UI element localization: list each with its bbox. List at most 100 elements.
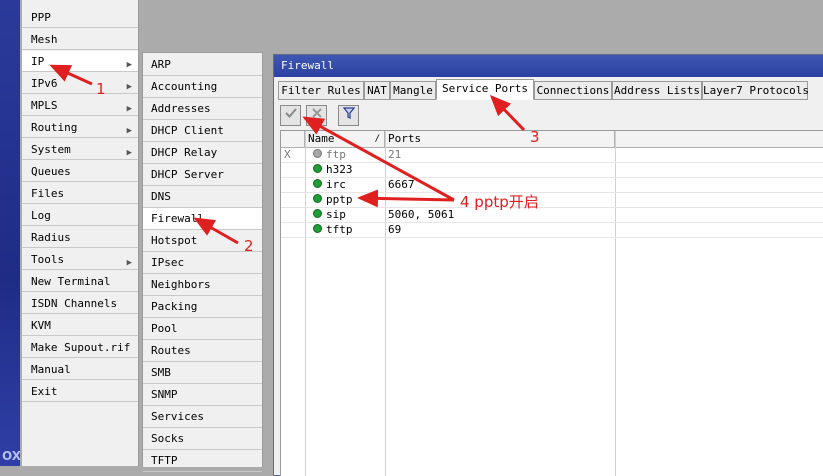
annotation-label-3: 3 bbox=[530, 128, 540, 146]
main-menu-item-label: Log bbox=[31, 209, 51, 222]
table-row[interactable]: Xftp 21 bbox=[281, 148, 823, 163]
main-menu-item[interactable]: Radius bbox=[22, 227, 138, 248]
row-ports: 5060, 5061 bbox=[388, 208, 455, 221]
ports-column-label: Ports bbox=[388, 132, 422, 145]
ip-submenu-item[interactable]: Socks bbox=[143, 428, 262, 450]
main-menu-item-label: Radius bbox=[31, 231, 71, 244]
ip-submenu-item[interactable]: IPsec bbox=[143, 252, 262, 274]
main-menu-item[interactable]: IPv6 ▶ bbox=[22, 73, 138, 94]
brand-label: OX bbox=[2, 449, 22, 463]
annotation-label-4: 4 pptp开启 bbox=[460, 193, 539, 211]
main-menu-item-label: Tools bbox=[31, 253, 65, 266]
row-name-cell: sip bbox=[313, 208, 346, 222]
filter-button[interactable] bbox=[338, 105, 359, 126]
main-menu-item[interactable]: Log bbox=[22, 205, 138, 226]
ip-submenu-item[interactable]: DNS bbox=[143, 186, 262, 208]
row-name: tftp bbox=[326, 223, 353, 236]
main-menu-item[interactable]: Exit bbox=[22, 381, 138, 402]
main-menu-item[interactable]: Tools ▶ bbox=[22, 249, 138, 270]
flag-column-header bbox=[281, 131, 305, 147]
tab-item[interactable]: Connections bbox=[534, 81, 612, 100]
x-icon bbox=[311, 108, 323, 122]
ip-submenu-item[interactable]: SMB bbox=[143, 362, 262, 384]
main-menu-item-label: New Terminal bbox=[31, 275, 111, 288]
main-menu-item[interactable]: Mesh bbox=[22, 29, 138, 50]
main-menu-item-label: Mesh bbox=[31, 33, 58, 46]
row-ports: 69 bbox=[388, 223, 402, 236]
main-menu-item-label: ISDN Channels bbox=[31, 297, 118, 310]
status-dot-icon bbox=[313, 164, 322, 173]
row-name-cell: tftp bbox=[313, 223, 353, 237]
status-dot-icon bbox=[313, 149, 322, 158]
enable-button[interactable] bbox=[280, 105, 301, 126]
main-menu-item[interactable]: System ▶ bbox=[22, 139, 138, 160]
status-dot-icon bbox=[313, 209, 322, 218]
tab-item[interactable]: NAT bbox=[364, 81, 390, 100]
ip-submenu-item[interactable]: DHCP Server bbox=[143, 164, 262, 186]
ports-column-header[interactable]: Ports bbox=[385, 131, 615, 147]
row-ports: 21 bbox=[388, 148, 402, 161]
row-name-cell: irc bbox=[313, 178, 346, 192]
main-menu-item-label: Routing bbox=[31, 121, 78, 134]
row-ports: 6667 bbox=[388, 178, 415, 191]
ip-submenu-item[interactable]: DHCP Relay bbox=[143, 142, 262, 164]
ip-submenu-item[interactable]: Routes bbox=[143, 340, 262, 362]
main-menu-item-label: Queues bbox=[31, 165, 71, 178]
filter-icon bbox=[342, 107, 355, 122]
status-dot-icon bbox=[313, 194, 322, 203]
main-menu-item-label: PPP bbox=[31, 11, 51, 24]
row-flag: X bbox=[284, 148, 291, 161]
row-name-cell: pptp bbox=[313, 193, 353, 207]
sort-icon: / bbox=[374, 134, 380, 144]
ip-submenu-item[interactable]: Firewall bbox=[143, 208, 262, 230]
tab-item[interactable]: Service Ports bbox=[436, 79, 534, 100]
annotation-label-1: 1 bbox=[96, 80, 106, 98]
main-menu-item[interactable]: ISDN Channels bbox=[22, 293, 138, 314]
tab-item[interactable]: Mangle bbox=[390, 81, 436, 100]
table-row[interactable]: pptp bbox=[281, 193, 823, 208]
ip-submenu-item[interactable]: Services bbox=[143, 406, 262, 428]
main-menu-item[interactable]: Files bbox=[22, 183, 138, 204]
winbox-sidebar: OX bbox=[0, 0, 22, 466]
ip-submenu-item[interactable]: ARP bbox=[143, 54, 262, 76]
ip-submenu-item[interactable]: Addresses bbox=[143, 98, 262, 120]
main-menu-item[interactable]: Routing ▶ bbox=[22, 117, 138, 138]
main-menu-item-label: Manual bbox=[31, 363, 71, 376]
main-menu-item[interactable]: PPP bbox=[22, 7, 138, 28]
disable-button[interactable] bbox=[306, 105, 327, 126]
main-menu-item[interactable]: MPLS ▶ bbox=[22, 95, 138, 116]
main-menu-item-label: System bbox=[31, 143, 71, 156]
table-row[interactable]: h323 bbox=[281, 163, 823, 178]
main-menu: PPP Mesh IP ▶ IPv6 ▶ MPLS ▶ Routing ▶ System ▶ Queue… bbox=[22, 0, 139, 466]
table-row[interactable]: sip 5060, 5061 bbox=[281, 208, 823, 223]
row-name: sip bbox=[326, 208, 346, 221]
ip-submenu-item[interactable]: Accounting bbox=[143, 76, 262, 98]
name-column-header[interactable]: Name / bbox=[305, 131, 385, 147]
main-menu-item[interactable]: Queues bbox=[22, 161, 138, 182]
main-menu-item-label: IP bbox=[31, 55, 45, 68]
window-title[interactable]: Firewall bbox=[274, 55, 823, 77]
ip-submenu-item[interactable]: TFTP bbox=[143, 450, 262, 472]
tab-item[interactable]: Layer7 Protocols bbox=[702, 81, 809, 100]
main-menu-item-label: KVM bbox=[31, 319, 51, 332]
main-menu-item[interactable]: Make Supout.rif bbox=[22, 337, 138, 358]
table-row[interactable]: tftp 69 bbox=[281, 223, 823, 238]
ip-submenu-item[interactable]: DHCP Client bbox=[143, 120, 262, 142]
annotation-label-2: 2 bbox=[244, 237, 254, 255]
ip-submenu-item[interactable]: Packing bbox=[143, 296, 262, 318]
ip-submenu-item[interactable]: SNMP bbox=[143, 384, 262, 406]
row-name: ftp bbox=[326, 148, 346, 161]
main-menu-item[interactable]: KVM bbox=[22, 315, 138, 336]
check-icon bbox=[284, 108, 297, 122]
tab-item[interactable]: Address Lists bbox=[612, 81, 702, 100]
main-menu-item[interactable]: Manual bbox=[22, 359, 138, 380]
firewall-window: Firewall Filter Rules NAT Mangle Service Po… bbox=[273, 54, 823, 476]
main-menu-item[interactable]: IP ▶ bbox=[22, 51, 138, 72]
main-menu-item[interactable]: New Terminal bbox=[22, 271, 138, 292]
status-dot-icon bbox=[313, 224, 322, 233]
tab-item[interactable]: Filter Rules bbox=[278, 81, 364, 100]
row-name-cell: ftp bbox=[313, 148, 346, 162]
ip-submenu-item[interactable]: Pool bbox=[143, 318, 262, 340]
ip-submenu-item[interactable]: Neighbors bbox=[143, 274, 262, 296]
table-row[interactable]: irc 6667 bbox=[281, 178, 823, 193]
